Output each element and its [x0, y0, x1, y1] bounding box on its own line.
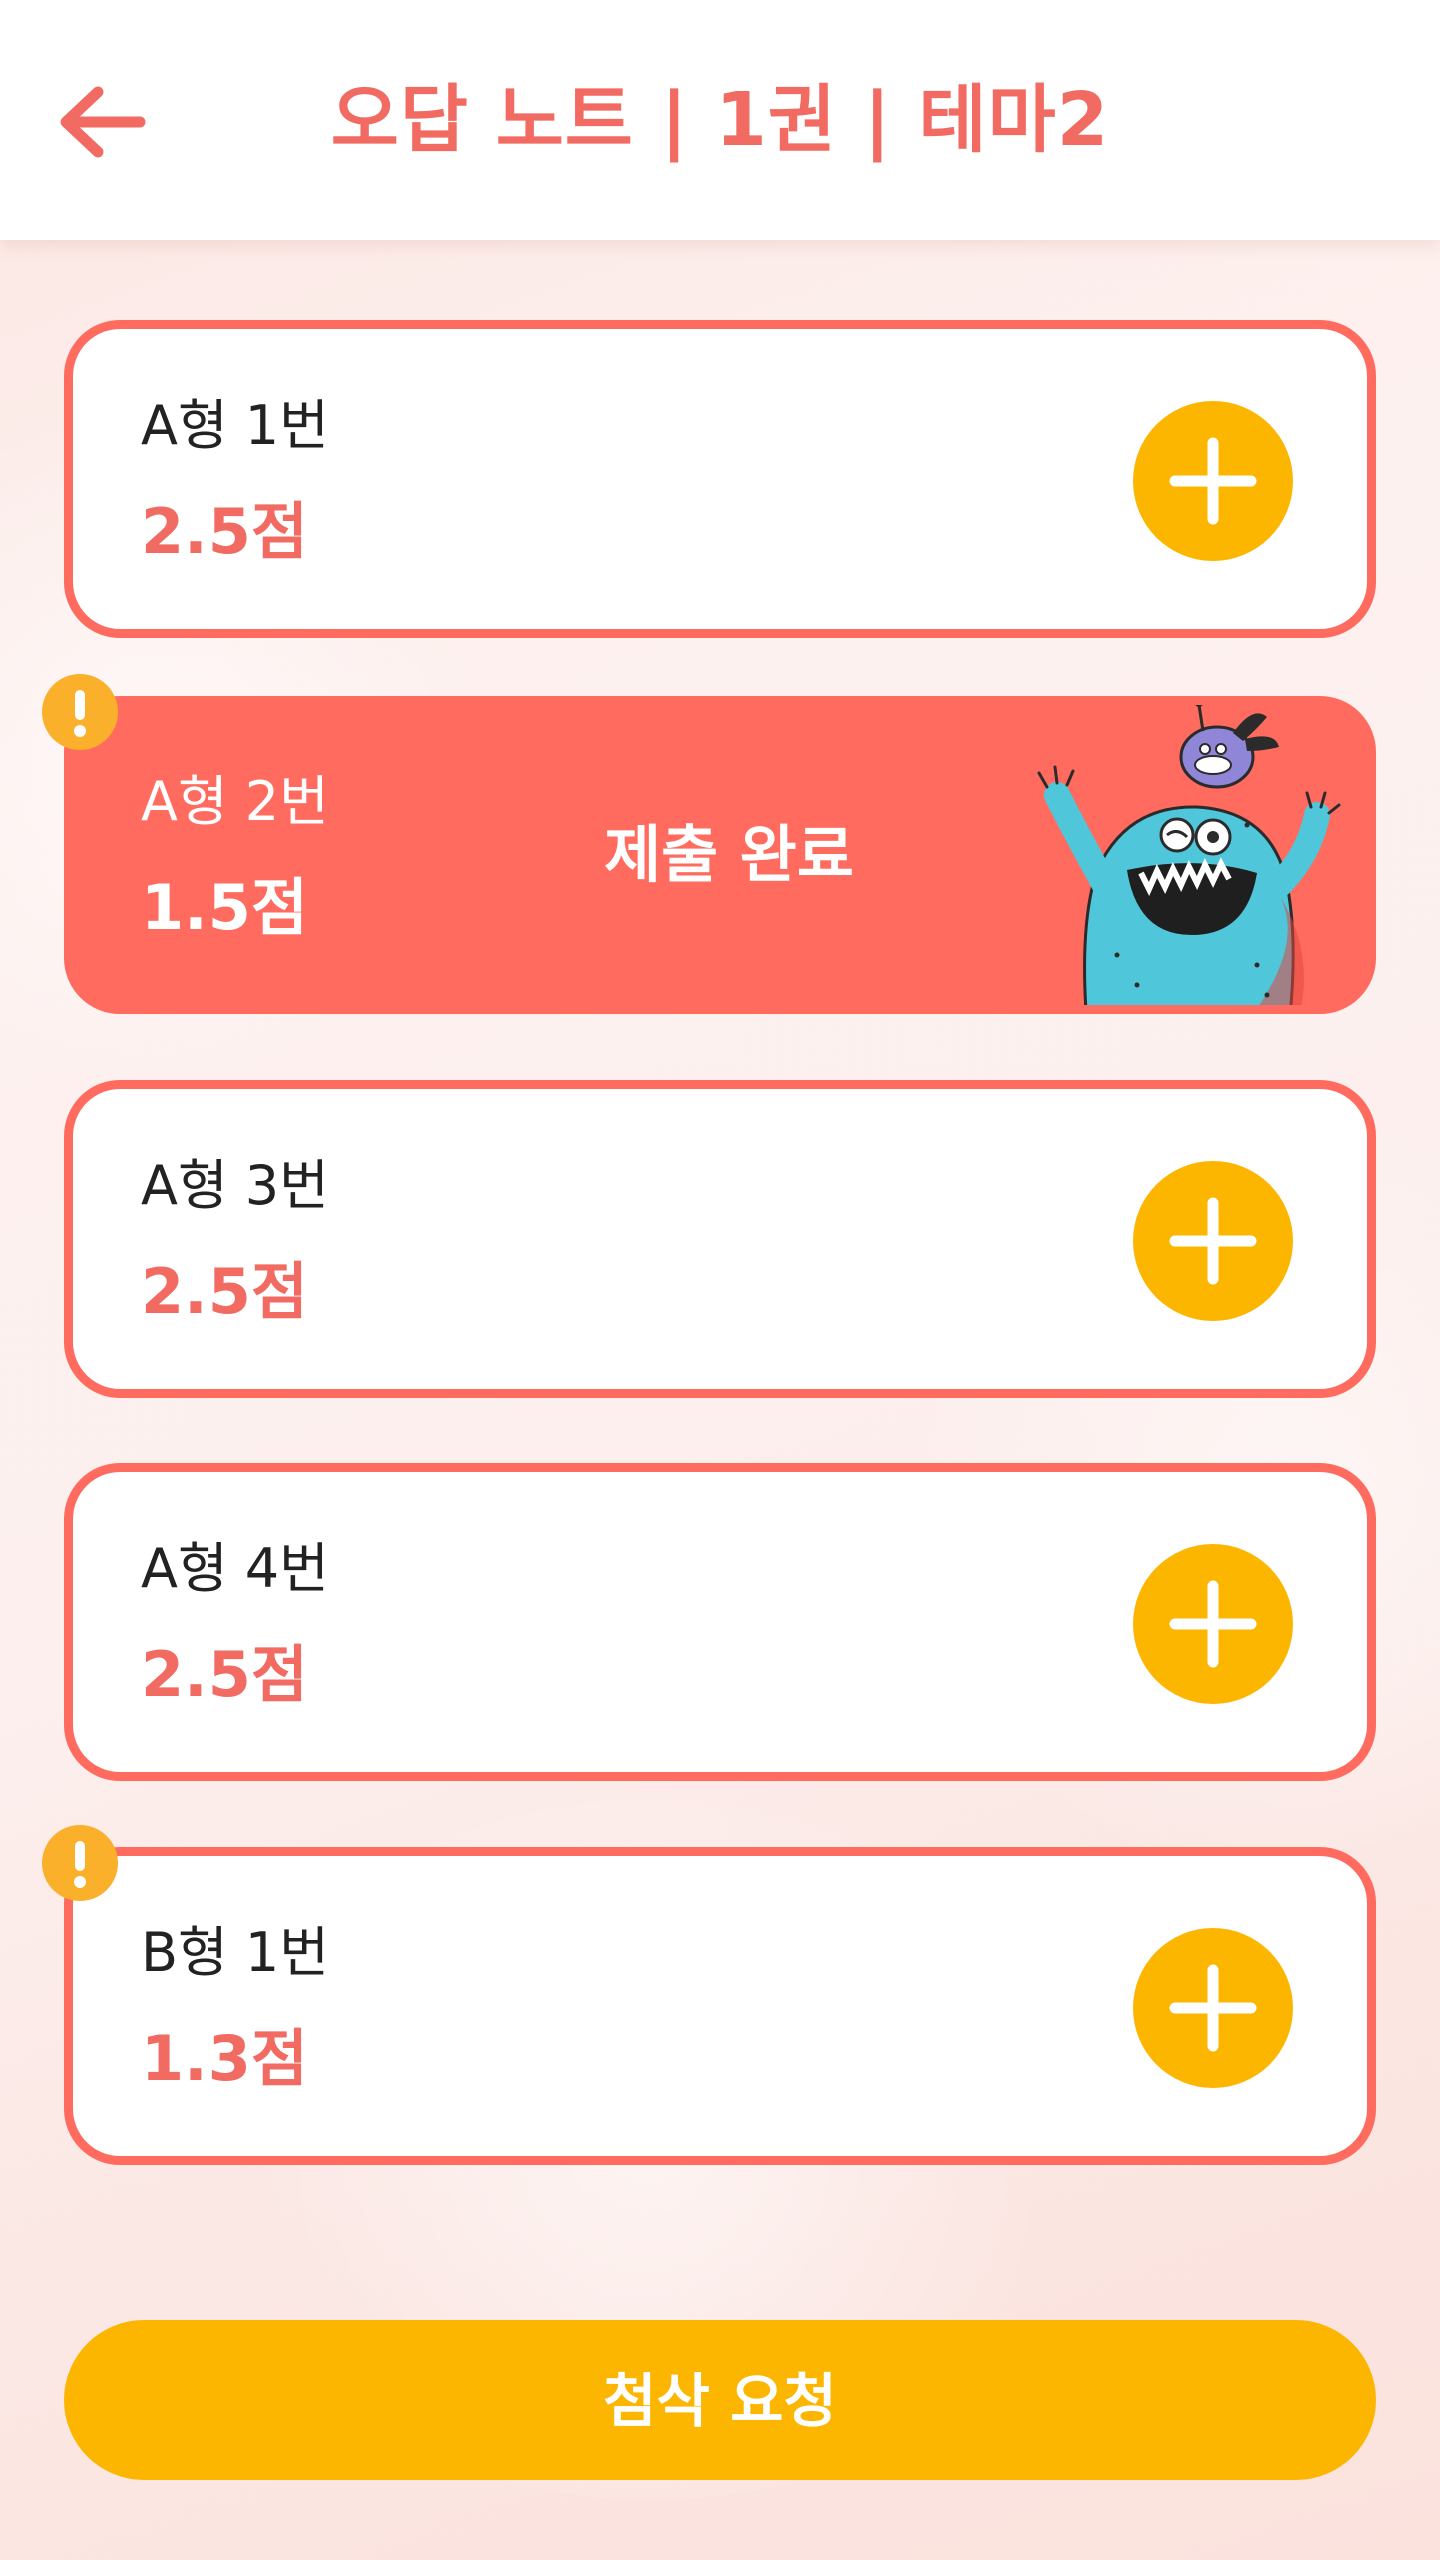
question-type: A형 4번: [141, 1537, 329, 1600]
list-item-submitted[interactable]: A형 2번 1.5점 제출 완료: [64, 696, 1376, 1014]
warning-icon: [42, 1825, 118, 1901]
add-button[interactable]: [1133, 1161, 1293, 1321]
add-button[interactable]: [1133, 401, 1293, 561]
question-type: A형 1번: [141, 394, 329, 457]
add-button[interactable]: [1133, 1544, 1293, 1704]
question-score: 2.5점: [141, 1255, 308, 1328]
list-item[interactable]: A형 1번 2.5점: [64, 320, 1376, 638]
plus-icon: [1169, 1964, 1257, 2052]
plus-icon: [1169, 1197, 1257, 1285]
monster-illustration: [1037, 705, 1341, 1005]
back-button[interactable]: [52, 72, 152, 172]
request-correction-button[interactable]: 첨삭 요청: [64, 2320, 1376, 2480]
question-score: 2.5점: [141, 1638, 308, 1711]
page-title: 오답 노트 | 1권 | 테마2: [330, 77, 1110, 163]
add-button[interactable]: [1133, 1928, 1293, 2088]
question-type: A형 3번: [141, 1154, 329, 1217]
question-type: B형 1번: [141, 1921, 329, 1984]
app-header: 오답 노트 | 1권 | 테마2: [0, 0, 1440, 240]
question-score: 1.3점: [141, 2022, 308, 2095]
plus-icon: [1169, 437, 1257, 525]
list-item[interactable]: A형 4번 2.5점: [64, 1463, 1376, 1781]
list-item[interactable]: A형 3번 2.5점: [64, 1080, 1376, 1398]
warning-icon: [42, 674, 118, 750]
question-score: 2.5점: [141, 495, 308, 568]
back-arrow-icon: [60, 86, 146, 158]
plus-icon: [1169, 1580, 1257, 1668]
list-item[interactable]: B형 1번 1.3점: [64, 1847, 1376, 2165]
